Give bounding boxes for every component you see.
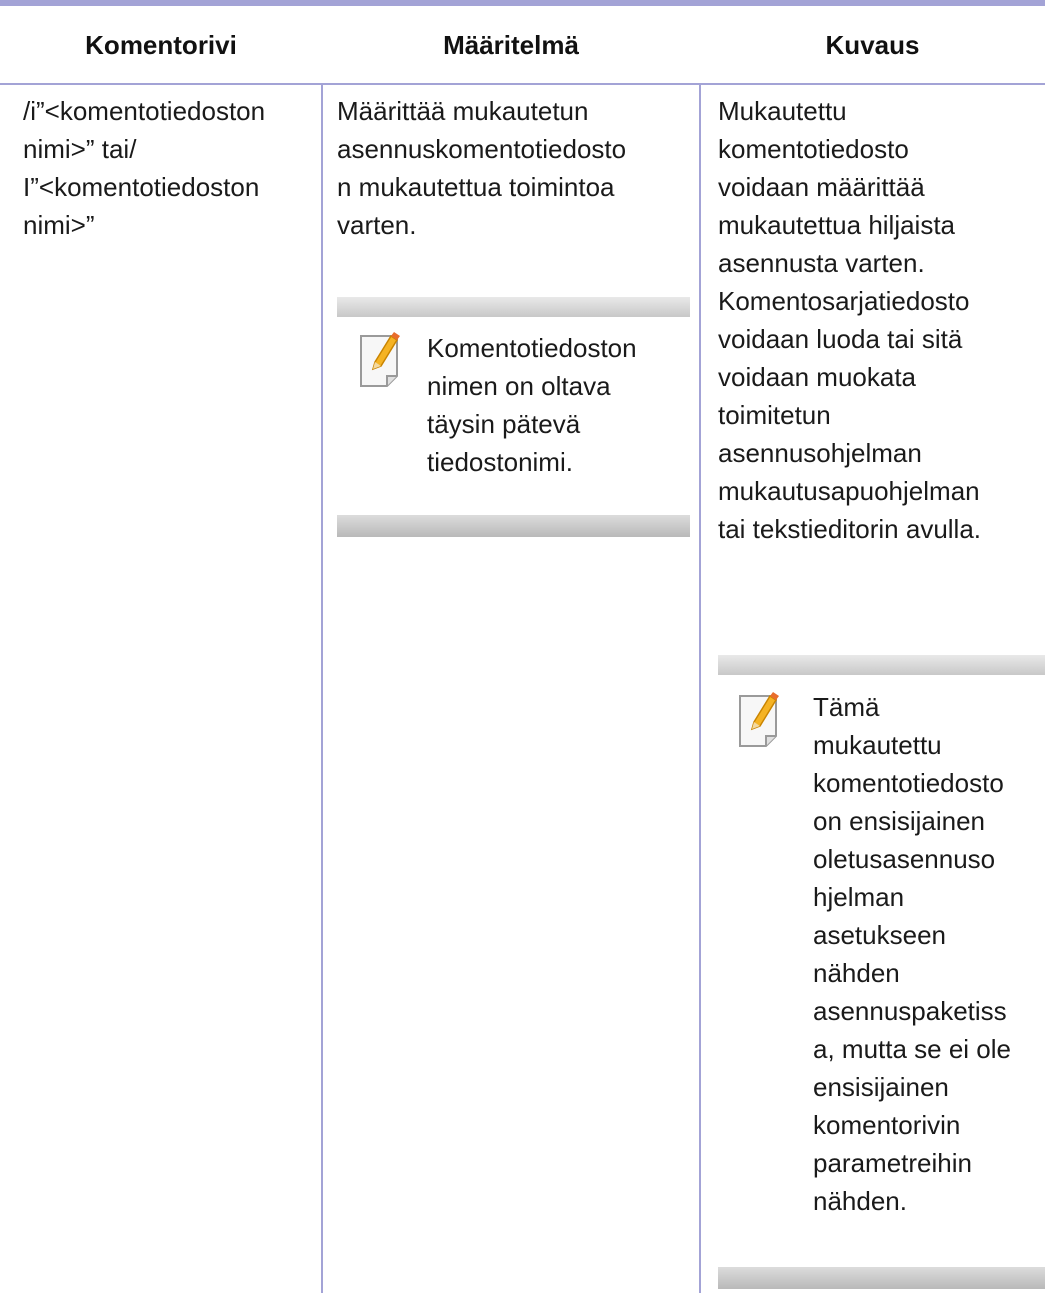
description-text: Mukautettu bbox=[718, 96, 847, 126]
header-rule bbox=[0, 83, 1045, 85]
description-text: mukautettua hiljaista bbox=[718, 210, 956, 240]
definition-text: asennuskomentotiedosto bbox=[337, 134, 627, 164]
note-pencil-icon bbox=[736, 692, 786, 753]
note-text: Komentotiedoston nimen on oltava täysin … bbox=[427, 329, 637, 481]
definition-note: Komentotiedoston nimen on oltava täysin … bbox=[337, 297, 690, 539]
note-line: nimen on oltava bbox=[427, 371, 611, 401]
description-text: komentotiedosto bbox=[718, 134, 909, 164]
note-line: asennuspaketiss bbox=[813, 996, 1007, 1026]
note-line: Komentotiedoston bbox=[427, 333, 637, 363]
definition-cell: Määrittää mukautetun asennuskomentotiedo… bbox=[337, 92, 626, 244]
note-line: nähden. bbox=[813, 1186, 907, 1216]
definition-text: Määrittää mukautetun bbox=[337, 96, 589, 126]
note-line: parametreihin bbox=[813, 1148, 972, 1178]
description-note: Tämä mukautettu komentotiedosto on ensis… bbox=[718, 655, 1045, 1290]
command-line-text: nimi>” bbox=[23, 210, 95, 240]
note-text: Tämä mukautettu komentotiedosto on ensis… bbox=[813, 688, 1011, 1220]
header-komentorivi: Komentorivi bbox=[85, 29, 237, 60]
column-divider bbox=[321, 85, 323, 1293]
note-line: a, mutta se ei ole bbox=[813, 1034, 1011, 1064]
note-line: Tämä bbox=[813, 692, 880, 722]
note-line: nähden bbox=[813, 958, 900, 988]
note-bottom-bar bbox=[337, 515, 690, 537]
command-line-table: Komentorivi Määritelmä Kuvaus /i”<koment… bbox=[0, 0, 1045, 1293]
command-line-text: /i”<komentotiedoston bbox=[23, 96, 266, 126]
note-line: hjelman bbox=[813, 882, 905, 912]
note-line: oletusasennuso bbox=[813, 844, 996, 874]
description-text: voidaan luoda tai sitä bbox=[718, 324, 963, 354]
table-top-rule bbox=[0, 0, 1045, 6]
note-line: tiedostonimi. bbox=[427, 447, 573, 477]
command-line-text: I”<komentotiedoston bbox=[23, 172, 260, 202]
description-text: voidaan määrittää bbox=[718, 172, 925, 202]
description-text: asennusta varten. bbox=[718, 248, 925, 278]
note-line: mukautettu bbox=[813, 730, 942, 760]
description-text: mukautusapuohjelman bbox=[718, 476, 980, 506]
note-pencil-icon bbox=[357, 332, 407, 393]
note-line: komentorivin bbox=[813, 1110, 961, 1140]
header-maaritelma: Määritelmä bbox=[443, 29, 579, 60]
note-top-bar bbox=[337, 297, 690, 317]
note-line: asetukseen bbox=[813, 920, 946, 950]
header-kuvaus: Kuvaus bbox=[825, 29, 920, 60]
description-text: voidaan muokata bbox=[718, 362, 917, 392]
note-bottom-bar bbox=[718, 1267, 1045, 1289]
note-line: on ensisijainen bbox=[813, 806, 986, 836]
note-top-bar bbox=[718, 655, 1045, 675]
definition-text: n mukautettua toimintoa bbox=[337, 172, 615, 202]
description-cell: Mukautettu komentotiedosto voidaan määri… bbox=[718, 92, 981, 548]
note-line: komentotiedosto bbox=[813, 768, 1004, 798]
description-text: tai tekstieditorin avulla. bbox=[718, 514, 982, 544]
command-line-text: nimi>” tai/ bbox=[23, 134, 137, 164]
description-text: asennusohjelman bbox=[718, 438, 922, 468]
description-text: toimitetun bbox=[718, 400, 831, 430]
command-line-cell: /i”<komentotiedoston nimi>” tai/ I”<kome… bbox=[23, 92, 265, 244]
note-line: täysin pätevä bbox=[427, 409, 581, 439]
column-divider bbox=[699, 85, 701, 1293]
definition-text: varten. bbox=[337, 210, 417, 240]
note-line: ensisijainen bbox=[813, 1072, 949, 1102]
description-text: Komentosarjatiedosto bbox=[718, 286, 970, 316]
